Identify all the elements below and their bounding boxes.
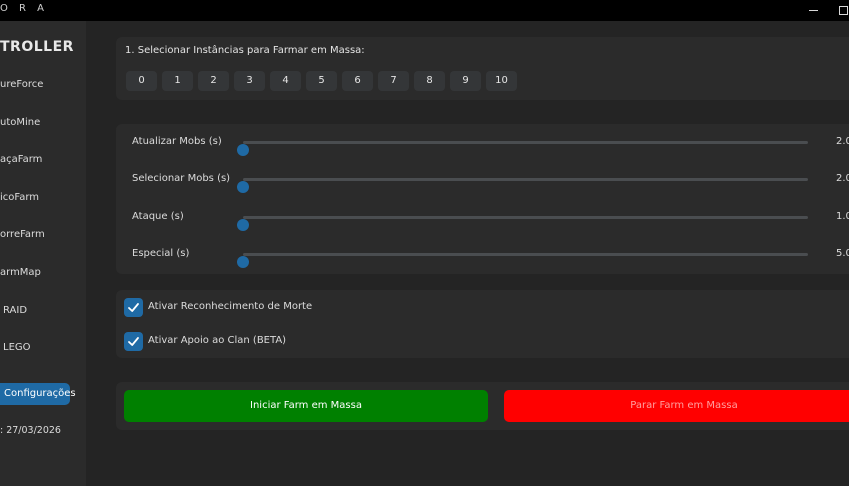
slider-row-atualizar-mobs: Atualizar Mobs (s) 2.0	[116, 133, 849, 156]
ataque-slider[interactable]	[237, 216, 808, 231]
slider-handle[interactable]	[237, 181, 249, 193]
main-content: 1. Selecionar Instâncias para Farmar em …	[86, 21, 849, 486]
sidebar-item-lego[interactable]: LEGO	[3, 342, 31, 353]
apoio-clan-option[interactable]: Ativar Apoio ao Clan (BETA)	[124, 332, 524, 352]
license-date: : 27/03/2026	[0, 425, 61, 436]
instance-button-8[interactable]: 8	[414, 71, 445, 91]
minimize-button[interactable]	[806, 3, 820, 17]
especial-slider[interactable]	[237, 253, 808, 268]
instance-button-1[interactable]: 1	[162, 71, 193, 91]
parar-farm-button[interactable]: Parar Farm em Massa	[504, 390, 849, 422]
instance-button-2[interactable]: 2	[198, 71, 229, 91]
sidebar-item-icofarm[interactable]: icoFarm	[0, 192, 39, 203]
instance-button-5[interactable]: 5	[306, 71, 337, 91]
reconhecimento-morte-checkbox[interactable]	[124, 298, 143, 317]
slider-value: 1.0	[836, 211, 849, 222]
iniciar-farm-button[interactable]: Iniciar Farm em Massa	[124, 390, 488, 422]
slider-row-especial: Especial (s) 5.0	[116, 245, 849, 268]
instance-button-10[interactable]: 10	[486, 71, 517, 91]
instance-button-3[interactable]: 3	[234, 71, 265, 91]
app-title: O R A	[0, 3, 49, 14]
slider-handle[interactable]	[237, 256, 249, 268]
slider-handle[interactable]	[237, 144, 249, 156]
slider-value: 5.0	[836, 248, 849, 259]
slider-value: 2.0	[836, 136, 849, 147]
sidebar-item-automine[interactable]: utoMine	[0, 117, 40, 128]
sidebar-item-farmmap[interactable]: armMap	[0, 267, 41, 278]
sidebar-item-torrefarm[interactable]: orreFarm	[0, 229, 45, 240]
instance-button-6[interactable]: 6	[342, 71, 373, 91]
slider-label: Ataque (s)	[132, 211, 184, 222]
slider-row-selecionar-mobs: Selecionar Mobs (s) 2.0	[116, 170, 849, 193]
reconhecimento-morte-option[interactable]: Ativar Reconhecimento de Morte	[124, 298, 524, 318]
title-bar: O R A	[0, 0, 849, 21]
slider-label: Atualizar Mobs (s)	[132, 136, 222, 147]
apoio-clan-checkbox[interactable]	[124, 332, 143, 351]
slider-handle[interactable]	[237, 219, 249, 231]
configuracoes-button[interactable]: Configurações	[0, 383, 76, 405]
instances-panel: 1. Selecionar Instâncias para Farmar em …	[116, 37, 849, 100]
actions-panel: Iniciar Farm em Massa Parar Farm em Mass…	[116, 382, 849, 430]
instance-button-4[interactable]: 4	[270, 71, 301, 91]
slider-row-ataque: Ataque (s) 1.0	[116, 208, 849, 231]
instance-button-9[interactable]: 9	[450, 71, 481, 91]
sidebar-item-pureforce[interactable]: ureForce	[0, 79, 43, 90]
minimize-icon	[808, 9, 818, 11]
instance-button-0[interactable]: 0	[126, 71, 157, 91]
timing-panel: Atualizar Mobs (s) 2.0 Selecionar Mobs (…	[116, 124, 849, 274]
instances-title: 1. Selecionar Instâncias para Farmar em …	[125, 45, 365, 56]
selecionar-mobs-slider[interactable]	[237, 178, 808, 193]
options-panel: Ativar Reconhecimento de Morte Ativar Ap…	[116, 290, 849, 358]
check-icon	[128, 303, 139, 312]
slider-label: Selecionar Mobs (s)	[132, 173, 231, 184]
check-label: Ativar Reconhecimento de Morte	[148, 301, 313, 312]
check-label: Ativar Apoio ao Clan (BETA)	[148, 335, 287, 346]
sidebar-brand: TROLLER	[0, 39, 74, 55]
check-icon	[128, 337, 139, 346]
slider-value: 2.0	[836, 173, 849, 184]
atualizar-mobs-slider[interactable]	[237, 141, 808, 156]
maximize-icon	[838, 5, 848, 15]
sidebar: TROLLER ureForce utoMine açaFarm icoFarm…	[0, 21, 86, 486]
slider-label: Especial (s)	[132, 248, 190, 259]
instance-button-7[interactable]: 7	[378, 71, 409, 91]
sidebar-item-cacafarm[interactable]: açaFarm	[0, 154, 42, 165]
sidebar-item-raid[interactable]: RAID	[3, 305, 27, 316]
maximize-button[interactable]	[836, 3, 849, 17]
